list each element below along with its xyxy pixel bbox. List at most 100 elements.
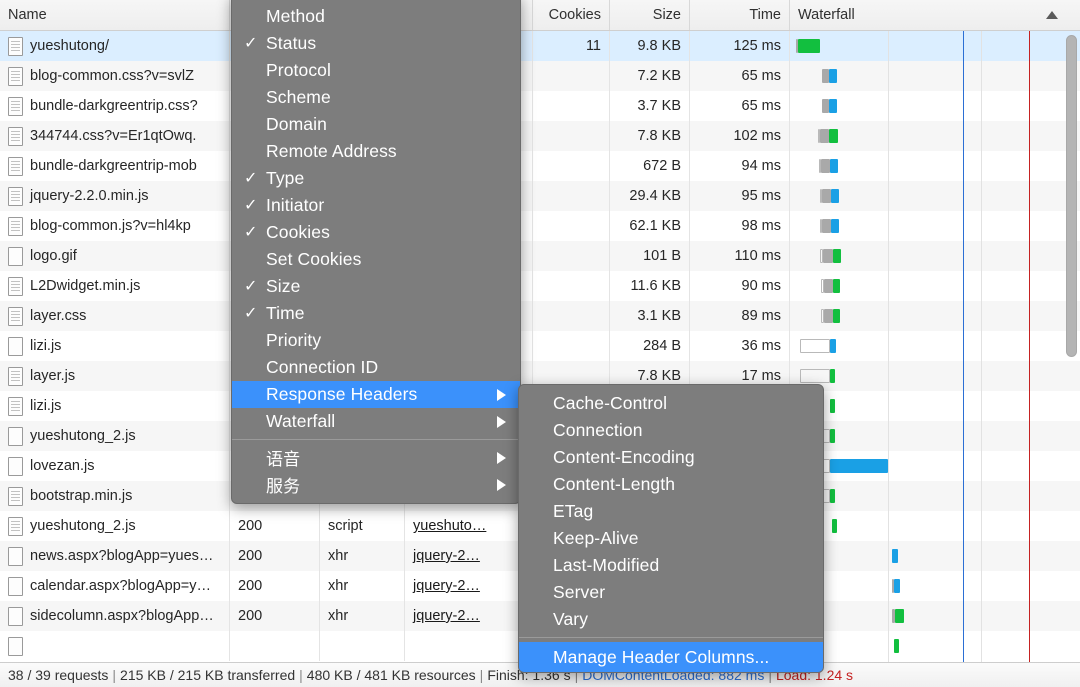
menu-item-waterfall[interactable]: Waterfall (232, 408, 520, 435)
cell-name[interactable] (0, 631, 230, 661)
menu-item-connection-id[interactable]: Connection ID (232, 354, 520, 381)
cell-name[interactable]: lizi.js (0, 391, 230, 421)
cell-name[interactable]: jquery-2.2.0.min.js (0, 181, 230, 211)
menu-item-keep-alive[interactable]: Keep-Alive (519, 525, 823, 552)
menu-item-cache-control[interactable]: Cache-Control (519, 390, 823, 417)
cell-name[interactable]: 344744.css?v=Er1qtOwq. (0, 121, 230, 151)
cell-name[interactable]: bundle-darkgreentrip.css? (0, 91, 230, 121)
initiator-link[interactable]: yueshuto… (413, 518, 486, 534)
cell-time: 95 ms (690, 181, 790, 211)
document-icon (8, 486, 23, 506)
cell-time: 98 ms (690, 211, 790, 241)
menu-item-label: Set Cookies (266, 249, 362, 269)
response-headers-submenu[interactable]: Cache-Control Connection Content-Encoding C… (518, 384, 824, 673)
menu-item-type[interactable]: ✓ Type (232, 165, 520, 192)
check-icon: ✓ (244, 304, 258, 322)
column-header-time-label: Time (749, 7, 781, 23)
menu-item-time[interactable]: ✓ Time (232, 300, 520, 327)
cell-name[interactable]: lovezan.js (0, 451, 230, 481)
menu-item--[interactable]: 语音 (232, 444, 520, 471)
menu-item-last-modified[interactable]: Last-Modified (519, 552, 823, 579)
menu-item-initiator[interactable]: ✓ Initiator (232, 192, 520, 219)
table-row[interactable]: logo.gif200gifyueshuto…101 B110 ms (0, 241, 1080, 271)
cell-name[interactable]: yueshutong_2.js (0, 511, 230, 541)
waterfall-waiting-bar (821, 159, 830, 173)
menu-item-label: Content-Encoding (553, 447, 695, 467)
column-context-menu[interactable]: Method ✓ Status Protocol Scheme Domain Remote … (231, 0, 521, 504)
table-row[interactable]: blog-common.js?v=hl4kp200scriptyueshuto…… (0, 211, 1080, 241)
cell-name[interactable]: calendar.aspx?blogApp=y… (0, 571, 230, 601)
initiator-link[interactable]: jquery-2… (413, 548, 480, 564)
menu-item-etag[interactable]: ETag (519, 498, 823, 525)
cell-name[interactable]: L2Dwidget.min.js (0, 271, 230, 301)
menu-item-response-headers[interactable]: Response Headers (232, 381, 520, 408)
waterfall-gridline (888, 301, 889, 331)
menu-item-size[interactable]: ✓ Size (232, 273, 520, 300)
menu-item-remote-address[interactable]: Remote Address (232, 138, 520, 165)
cell-name[interactable]: sidecolumn.aspx?blogApp… (0, 601, 230, 631)
cell-size: 11.6 KB (610, 271, 690, 301)
cell-cookies (533, 271, 610, 301)
initiator-link[interactable]: jquery-2… (413, 608, 480, 624)
sort-ascending-icon[interactable] (1046, 11, 1058, 19)
vertical-scrollbar-thumb[interactable] (1066, 35, 1077, 357)
cell-name[interactable]: layer.js (0, 361, 230, 391)
table-row[interactable]: 344744.css?v=Er1qtOwq.200stylesheetyuesh… (0, 121, 1080, 151)
column-header-name[interactable]: Name (0, 0, 230, 30)
cell-name[interactable]: yueshutong/ (0, 31, 230, 61)
cell-initiator[interactable]: jquery-2… (405, 571, 533, 601)
cell-status: 200 (230, 511, 320, 541)
cell-name[interactable]: bundle-darkgreentrip-mob (0, 151, 230, 181)
table-row[interactable]: jquery-2.2.0.min.js200scriptyueshuto…29.… (0, 181, 1080, 211)
menu-item-cookies[interactable]: ✓ Cookies (232, 219, 520, 246)
cell-name[interactable]: yueshutong_2.js (0, 421, 230, 451)
cell-initiator[interactable] (405, 631, 533, 661)
cell-name[interactable]: logo.gif (0, 241, 230, 271)
document-icon (8, 216, 23, 236)
initiator-link[interactable]: jquery-2… (413, 578, 480, 594)
menu-item-priority[interactable]: Priority (232, 327, 520, 354)
table-row[interactable]: L2Dwidget.min.js200scriptyueshuto…11.6 K… (0, 271, 1080, 301)
table-row[interactable]: lizi.js200scriptyueshuto…284 B36 ms (0, 331, 1080, 361)
vertical-scrollbar[interactable] (1066, 31, 1077, 662)
request-name: lovezan.js (30, 458, 95, 474)
waterfall-gridline (888, 331, 889, 361)
menu-item-set-cookies[interactable]: Set Cookies (232, 246, 520, 273)
cell-name[interactable]: bootstrap.min.js (0, 481, 230, 511)
column-header-time[interactable]: Time (690, 0, 790, 30)
cell-initiator[interactable]: jquery-2… (405, 541, 533, 571)
cell-name[interactable]: layer.css (0, 301, 230, 331)
menu-item-domain[interactable]: Domain (232, 111, 520, 138)
table-row[interactable]: bundle-darkgreentrip-mob200stylesheetyue… (0, 151, 1080, 181)
menu-item-content-encoding[interactable]: Content-Encoding (519, 444, 823, 471)
menu-item-scheme[interactable]: Scheme (232, 84, 520, 111)
waterfall-download-bar (829, 99, 837, 113)
menu-item--[interactable]: 服务 (232, 471, 520, 498)
column-header-cookies[interactable]: Cookies (533, 0, 610, 30)
table-row[interactable]: bundle-darkgreentrip.css?200stylesheetyu… (0, 91, 1080, 121)
cell-name[interactable]: blog-common.js?v=hl4kp (0, 211, 230, 241)
table-row[interactable]: blog-common.css?v=svlZ200stylesheetyuesh… (0, 61, 1080, 91)
table-row[interactable]: layer.css200stylesheetyueshuto…3.1 KB89 … (0, 301, 1080, 331)
cell-name[interactable]: news.aspx?blogApp=yues… (0, 541, 230, 571)
menu-item-status[interactable]: ✓ Status (232, 30, 520, 57)
cell-initiator[interactable]: yueshuto… (405, 511, 533, 541)
cell-name[interactable]: lizi.js (0, 331, 230, 361)
cell-status (230, 631, 320, 661)
menu-item-content-length[interactable]: Content-Length (519, 471, 823, 498)
menu-item-manage-header-columns[interactable]: Manage Header Columns... (519, 642, 823, 672)
column-header-waterfall[interactable]: Waterfall (790, 0, 1080, 30)
menu-item-server[interactable]: Server (519, 579, 823, 606)
menu-item-method[interactable]: Method (232, 3, 520, 30)
menu-item-connection[interactable]: Connection (519, 417, 823, 444)
cell-name[interactable]: blog-common.css?v=svlZ (0, 61, 230, 91)
menu-item-protocol[interactable]: Protocol (232, 57, 520, 84)
waterfall-grid (790, 631, 1080, 661)
waterfall-download-bar (830, 429, 835, 443)
cell-initiator[interactable]: jquery-2… (405, 601, 533, 631)
menu-item-vary[interactable]: Vary (519, 606, 823, 633)
table-row[interactable]: yueshutong/200documentOther119.8 KB125 m… (0, 31, 1080, 61)
column-header-size[interactable]: Size (610, 0, 690, 30)
waterfall-gridline (888, 151, 889, 181)
chevron-right-icon (497, 415, 506, 428)
